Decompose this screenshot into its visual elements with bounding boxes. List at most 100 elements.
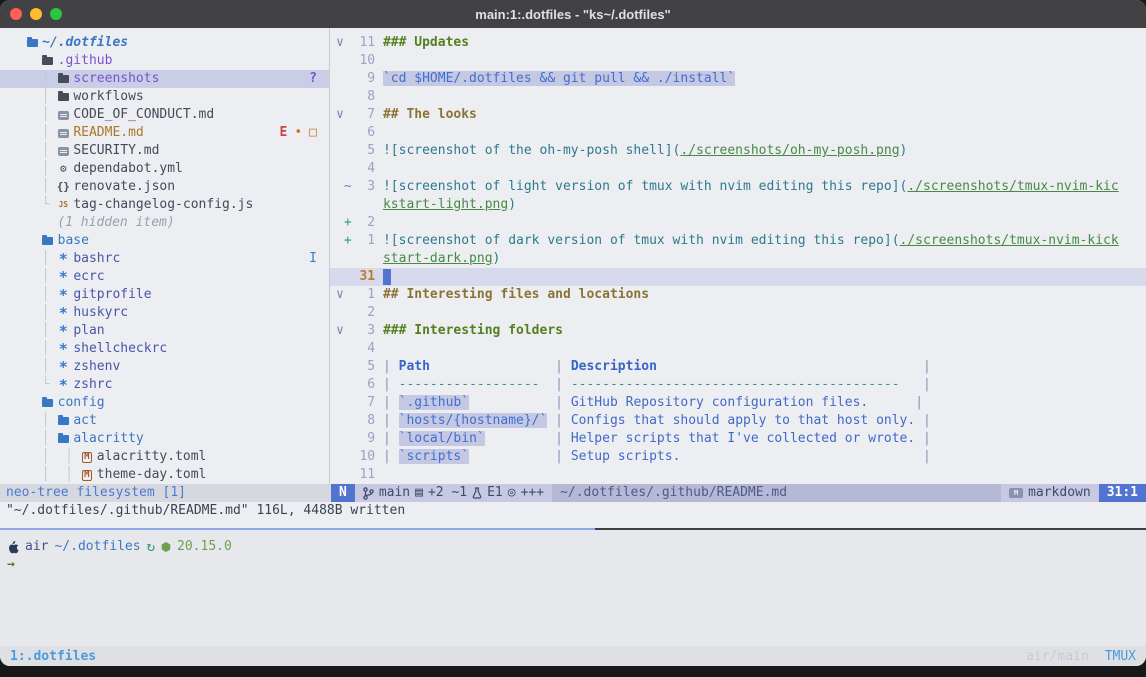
git-sign [344, 107, 352, 122]
tree-item[interactable]: │ screenshots? [0, 70, 329, 88]
gutter: 7 [336, 395, 383, 410]
gutter: ∨ 11 [336, 35, 383, 50]
code-span: | [383, 413, 399, 428]
tree-item[interactable]: │ ⚙dependabot.yml [0, 160, 329, 178]
tree-item[interactable]: │ SECURITY.md [0, 142, 329, 160]
editor-line[interactable]: 10 | `scripts` | Setup scripts. | [330, 448, 1146, 466]
markdown-icon: M [1009, 488, 1023, 498]
line-number [352, 251, 383, 266]
editor-line[interactable]: start-dark.png) [330, 250, 1146, 268]
prompt-cwd: ~/.dotfiles [54, 538, 140, 556]
tree-item[interactable]: base [0, 232, 329, 250]
editor-line[interactable]: 2 [330, 304, 1146, 322]
editor-buffer[interactable]: ∨ 11 ### Updates 10 9 `cd $HOME/.dotfile… [330, 28, 1146, 484]
neo-tree-sidebar[interactable]: ~/.dotfiles .github │ screenshots? │ wor… [0, 28, 330, 484]
editor-line[interactable]: ∨ 7 ## The looks [330, 106, 1146, 124]
toml-icon: M [82, 452, 91, 463]
minimize-button[interactable] [30, 8, 42, 20]
tree-item[interactable]: .github [0, 52, 329, 70]
tree-guide: │ [26, 341, 57, 356]
zoom-button[interactable] [50, 8, 62, 20]
tree-item[interactable]: │ *huskyrc [0, 304, 329, 322]
tree-item[interactable]: │ *gitprofile [0, 286, 329, 304]
git-sign [344, 359, 352, 374]
tree-item[interactable]: │ *bashrcI [0, 250, 329, 268]
tree-item[interactable]: │ workflows [0, 88, 329, 106]
line-number: 8 [352, 89, 383, 104]
flask-icon [472, 487, 482, 499]
editor-line[interactable]: 31 [330, 268, 1146, 286]
tree-item[interactable]: │ *ecrc [0, 268, 329, 286]
tree-item-marks: ? [309, 70, 317, 88]
tmux-window-name[interactable]: 1:.dotfiles [10, 649, 96, 664]
tree-item-label: act [73, 413, 96, 428]
tree-item[interactable]: │ alacritty [0, 430, 329, 448]
tree-item[interactable]: │ CODE_OF_CONDUCT.md [0, 106, 329, 124]
tree-item-label: ~/.dotfiles [42, 35, 128, 50]
editor-line[interactable]: ∨ 1 ## Interesting files and locations [330, 286, 1146, 304]
tree-guide: │ [26, 161, 57, 176]
editor-line[interactable]: ~ 3 ![screenshot of light version of tmu… [330, 178, 1146, 196]
editor-line[interactable]: 7 | `.github` | GitHub Repository config… [330, 394, 1146, 412]
tree-item[interactable]: └ *zshrc [0, 376, 329, 394]
line-number: 1 [352, 233, 383, 248]
editor-line[interactable]: 9 `cd $HOME/.dotfiles && git pull && ./i… [330, 70, 1146, 88]
line-number: 9 [352, 431, 383, 446]
shell-pane[interactable]: air ~/.dotfiles ↻ 20.15.0 → [0, 530, 1146, 646]
editor-line[interactable]: 11 [330, 466, 1146, 484]
tree-item[interactable]: │ {}renovate.json [0, 178, 329, 196]
code-span: `cd $HOME/.dotfiles && git pull && ./ins… [383, 71, 735, 86]
code-span: ## Interesting files and locations [383, 287, 649, 302]
editor-line[interactable]: 5 | Path | Description | [330, 358, 1146, 376]
editor-line[interactable]: 4 [330, 340, 1146, 358]
editor-line[interactable]: 8 [330, 88, 1146, 106]
tmux-session-name: air/main [1026, 649, 1089, 664]
code-span: Setup scripts. [571, 449, 681, 464]
editor-line[interactable]: + 2 [330, 214, 1146, 232]
prompt-line: air ~/.dotfiles ↻ 20.15.0 [7, 538, 1146, 556]
code-span [485, 431, 555, 446]
editor-line[interactable]: 10 [330, 52, 1146, 70]
editor-line[interactable]: 5 ![screenshot of the oh-my-posh shell](… [330, 142, 1146, 160]
tree-item[interactable]: │ act [0, 412, 329, 430]
editor-line[interactable]: + 1 ![screenshot of dark version of tmux… [330, 232, 1146, 250]
editor-line[interactable]: 9 | `local/bin` | Helper scripts that I'… [330, 430, 1146, 448]
tree-item[interactable]: config [0, 394, 329, 412]
status-mark: ? [309, 70, 317, 88]
toml-icon: M [82, 470, 91, 481]
tree-item-label: CODE_OF_CONDUCT.md [73, 107, 214, 122]
editor-line[interactable]: 6 | ------------------ | ---------------… [330, 376, 1146, 394]
code-span: `scripts` [399, 449, 469, 464]
buffer-icon: ▤ [415, 484, 423, 502]
editor-line[interactable]: 6 [330, 124, 1146, 142]
tree-item[interactable]: │ │ Malacritty.toml [0, 448, 329, 466]
editor-line[interactable]: 4 [330, 160, 1146, 178]
editor-line[interactable]: 8 | `hosts/{hostname}/` | Configs that s… [330, 412, 1146, 430]
neo-tree-statusline: neo-tree filesystem [1] [0, 484, 331, 502]
gutter: 31 [336, 269, 383, 284]
tree-item[interactable]: ~/.dotfiles [0, 34, 329, 52]
editor-line[interactable]: kstart-light.png) [330, 196, 1146, 214]
gutter: 4 [336, 341, 383, 356]
code-span [540, 377, 556, 392]
line-number: 8 [352, 413, 383, 428]
fold-marker-icon [336, 269, 344, 284]
tree-item[interactable]: │ *plan [0, 322, 329, 340]
tmux-pane-border[interactable] [0, 527, 1146, 530]
prompt-host: air [25, 538, 48, 556]
gutter: ∨ 7 [336, 107, 383, 122]
tree-item[interactable]: │ │ Mtheme-day.toml [0, 466, 329, 484]
editor-line[interactable]: ∨ 3 ### Interesting folders [330, 322, 1146, 340]
close-button[interactable] [10, 8, 22, 20]
tree-item[interactable]: │ *zshenv [0, 358, 329, 376]
traffic-lights[interactable] [10, 8, 62, 20]
tree-item[interactable]: (1 hidden item) [0, 214, 329, 232]
tree-item[interactable]: │ *shellcheckrc [0, 340, 329, 358]
prompt-arrow[interactable]: → [7, 556, 1146, 574]
terminal-window: main:1:.dotfiles - "ks~/.dotfiles" ~/.do… [0, 0, 1146, 666]
editor-line[interactable]: ∨ 11 ### Updates [330, 34, 1146, 52]
tree-item[interactable]: └ JStag-changelog-config.js [0, 196, 329, 214]
code-span [868, 395, 915, 410]
tree-item[interactable]: │ README.mdE•□ [0, 124, 329, 142]
code-span [469, 449, 555, 464]
